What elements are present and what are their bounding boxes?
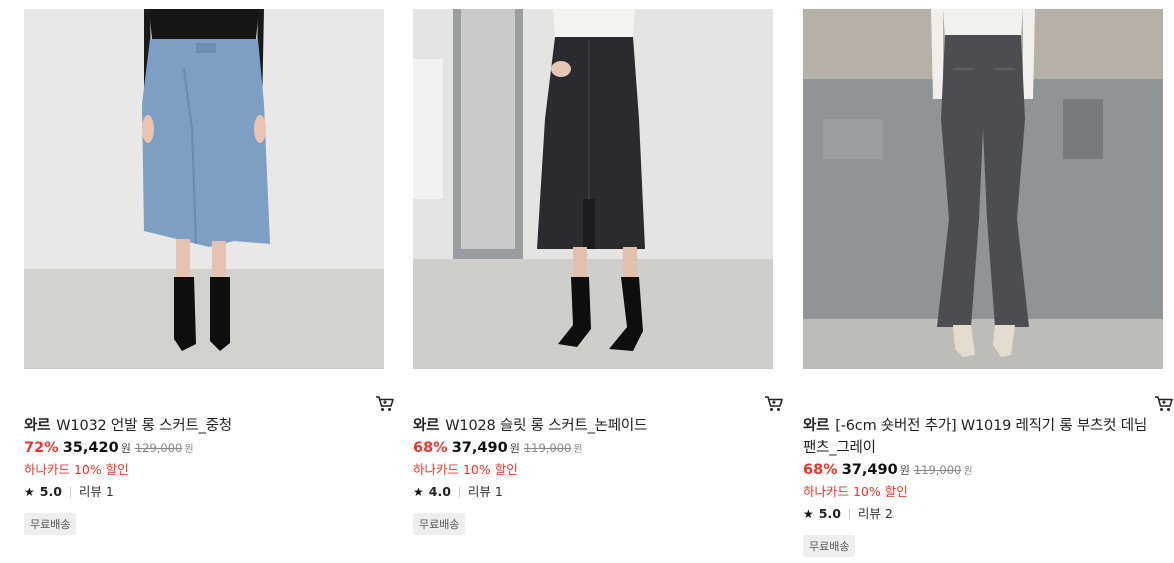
original-currency-label: 원 [963,466,973,477]
original-price: 119,000 [523,441,572,455]
free-shipping-badge: 무료배송 [803,535,856,557]
product-card[interactable]: 와르 [-6cm 숏버전 추가] W1019 레직기 롱 부츠컷 데님 팬츠_그레… [803,9,1173,557]
cart-row [803,369,1173,415]
cart-icon[interactable] [374,393,396,415]
sale-price: 37,490 [451,440,508,456]
original-currency-label: 원 [573,444,583,455]
star-icon: ★ [413,485,424,499]
star-icon: ★ [803,507,814,521]
brand-name[interactable]: 와르 [803,418,829,434]
card-promo: 하나카드 10% 할인 [413,462,518,477]
discount-rate: 68% [413,440,448,456]
rating-score: 5.0 [39,484,62,499]
product-image[interactable] [803,9,1163,369]
product-image[interactable] [413,9,773,369]
product-title[interactable]: 와르 W1032 언발 롱 스커트_중청 [24,415,384,437]
product-grid: 와르 W1032 언발 롱 스커트_중청 72% 35,420 원 129,000 원 하… [0,0,1174,563]
product-image[interactable] [24,9,384,369]
price-row: 72% 35,420 원 129,000 원 [24,437,384,461]
cart-icon[interactable] [763,393,785,415]
card-promo: 하나카드 10% 할인 [803,484,908,499]
currency-label: 원 [120,442,131,455]
review-count[interactable]: 리뷰 2 [858,505,893,523]
currency-label: 원 [899,464,910,477]
brand-name[interactable]: 와르 [413,418,439,434]
product-card[interactable]: 와르 W1028 슬릿 롱 스커트_논페이드 68% 37,490 원 119,000 원… [413,9,783,535]
price-row: 68% 37,490 원 119,000 원 [803,459,1163,483]
cart-icon[interactable] [1153,393,1174,415]
original-currency-label: 원 [184,444,194,455]
free-shipping-badge: 무료배송 [413,513,466,535]
rating-row: ★ 4.0 리뷰 1 [413,483,773,501]
product-title[interactable]: 와르 W1028 슬릿 롱 스커트_논페이드 [413,415,773,437]
discount-rate: 72% [24,440,59,456]
review-count[interactable]: 리뷰 1 [79,483,114,501]
discount-rate: 68% [803,462,838,478]
product-name[interactable]: W1028 슬릿 롱 스커트_논페이드 [445,418,647,434]
rating-row: ★ 5.0 리뷰 1 [24,483,384,501]
sale-price: 37,490 [841,462,898,478]
rating-row: ★ 5.0 리뷰 2 [803,505,1163,523]
divider [69,486,71,498]
rating-score: 5.0 [818,506,841,521]
original-price: 129,000 [134,441,183,455]
price-row: 68% 37,490 원 119,000 원 [413,437,773,461]
rating-score: 4.0 [428,484,451,499]
cart-row [413,369,783,415]
divider [458,486,460,498]
product-title[interactable]: 와르 [-6cm 숏버전 추가] W1019 레직기 롱 부츠컷 데님 팬츠_그레… [803,415,1163,459]
star-icon: ★ [24,485,35,499]
product-name[interactable]: [-6cm 숏버전 추가] W1019 레직기 롱 부츠컷 데님 팬츠_그레이 [803,418,1147,456]
review-count[interactable]: 리뷰 1 [468,483,503,501]
brand-name[interactable]: 와르 [24,418,50,434]
cart-row [24,369,394,415]
product-card[interactable]: 와르 W1032 언발 롱 스커트_중청 72% 35,420 원 129,000 원 하… [24,9,394,535]
divider [848,508,850,520]
sale-price: 35,420 [62,440,119,456]
card-promo: 하나카드 10% 할인 [24,462,129,477]
original-price: 119,000 [913,463,962,477]
product-name[interactable]: W1032 언발 롱 스커트_중청 [56,418,232,434]
free-shipping-badge: 무료배송 [24,513,77,535]
currency-label: 원 [509,442,520,455]
